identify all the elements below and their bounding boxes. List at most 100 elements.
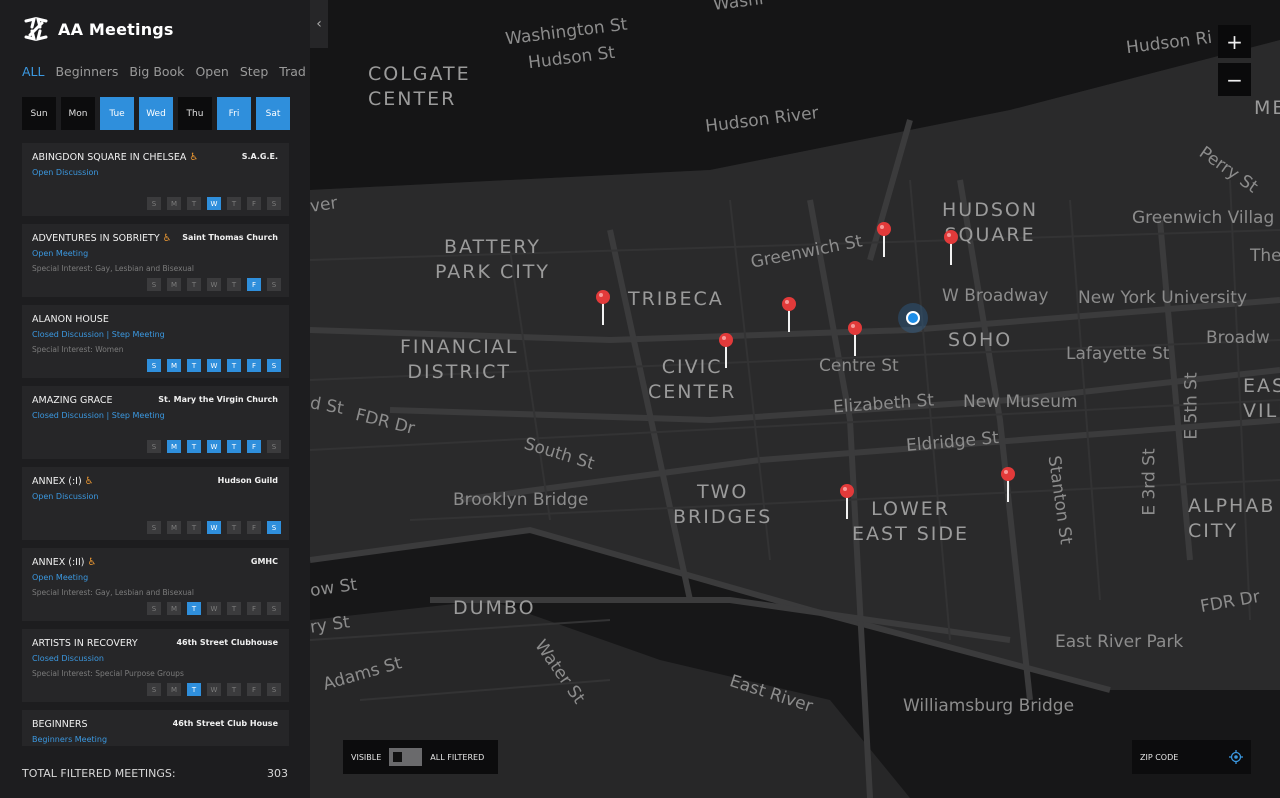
total-value: 303 [267, 767, 288, 780]
meeting-type: Closed Discussion | Step Meeting [32, 330, 165, 339]
meeting-card[interactable]: ARTISTS IN RECOVERY 46th Street Clubhouse… [22, 629, 289, 702]
map-label-the: The [1250, 246, 1280, 266]
meeting-name-text: ABINGDON SQUARE IN CHELSEA [32, 152, 187, 163]
total-label: TOTAL FILTERED MEETINGS: [22, 767, 176, 780]
meeting-pin-icon[interactable] [943, 230, 959, 266]
zoom-in-button[interactable]: + [1218, 25, 1251, 58]
app-logo[interactable]: AA Meetings [22, 14, 174, 44]
meeting-name: ABINGDON SQUARE IN CHELSEA ♿ [32, 152, 198, 163]
meeting-location: Saint Thomas Church [182, 233, 278, 242]
weekday-indicator: T [227, 602, 241, 615]
aa-logo-icon [24, 16, 48, 42]
meeting-location: Hudson Guild [217, 476, 278, 485]
meeting-type: Open Meeting [32, 249, 89, 258]
weekday-indicator: S [147, 197, 161, 210]
weekday-indicator: T [187, 278, 201, 291]
weekday-indicator: M [167, 521, 181, 534]
meeting-card[interactable]: AMAZING GRACE St. Mary the Virgin Church C… [22, 386, 289, 459]
tab-trad[interactable]: Trad [279, 64, 306, 81]
day-filter-tue[interactable]: Tue [100, 97, 134, 130]
app-title: AA Meetings [58, 19, 174, 39]
meeting-pin-icon[interactable] [781, 297, 797, 333]
map-label-greenwich-village: Greenwich Villag [1132, 208, 1275, 228]
user-location-dot [906, 311, 920, 325]
meeting-pin-icon[interactable] [876, 222, 892, 258]
day-filter-mon[interactable]: Mon [61, 97, 95, 130]
weekday-indicator: T [227, 683, 241, 696]
tab-big-book[interactable]: Big Book [129, 64, 184, 81]
map-label-soho: SOHO [948, 329, 1013, 351]
weekday-indicator: S [267, 683, 281, 696]
meeting-weekdays: SMTWTFS [147, 197, 281, 210]
meeting-name-text: ANNEX (:I) [32, 476, 82, 487]
tab-all[interactable]: ALL [22, 64, 44, 81]
weekday-indicator: T [227, 197, 241, 210]
zip-code-input[interactable] [1140, 752, 1220, 762]
weekday-indicator: F [247, 278, 261, 291]
weekday-indicator: S [147, 440, 161, 453]
meeting-card[interactable]: ABINGDON SQUARE IN CHELSEA ♿ S.A.G.E. Open … [22, 143, 289, 216]
meeting-list[interactable]: ABINGDON SQUARE IN CHELSEA ♿ S.A.G.E. Open … [22, 143, 289, 746]
meeting-name-text: ARTISTS IN RECOVERY [32, 638, 138, 649]
map-label-centre-st: Centre St [819, 356, 899, 376]
day-filter-wed[interactable]: Wed [139, 97, 173, 130]
day-filter-sat[interactable]: Sat [256, 97, 290, 130]
tab-step[interactable]: Step [240, 64, 268, 81]
meeting-pin-icon[interactable] [1000, 467, 1016, 503]
weekday-indicator: M [167, 683, 181, 696]
meeting-name: ARTISTS IN RECOVERY [32, 638, 138, 649]
day-filter-sun[interactable]: Sun [22, 97, 56, 130]
meeting-name-text: BEGINNERS [32, 719, 88, 730]
weekday-indicator: W [207, 521, 221, 534]
locate-me-icon[interactable] [1229, 750, 1243, 764]
map-label-two-bridges: TWO BRIDGES [673, 481, 773, 528]
meeting-pin-icon[interactable] [847, 321, 863, 357]
meeting-location: 46th Street Club House [172, 719, 278, 728]
weekday-indicator: S [147, 359, 161, 372]
weekday-indicator: S [267, 359, 281, 372]
meeting-weekdays: SMTWTFS [147, 602, 281, 615]
meeting-pin-icon[interactable] [595, 290, 611, 326]
meeting-name: ANNEX (:I) ♿ [32, 476, 94, 487]
map[interactable]: COLGATE CENTER BATTERY PARK CITY TRIBECA… [310, 0, 1280, 798]
meeting-name-text: ANNEX (:II) [32, 557, 85, 568]
meeting-interest: Special Interest: Gay, Lesbian and Bisex… [32, 264, 194, 273]
meeting-card[interactable]: ANNEX (:II) ♿ GMHC Open Meeting Special Inte… [22, 548, 289, 621]
zoom-out-button[interactable]: − [1218, 63, 1251, 96]
meeting-pin-icon[interactable] [718, 333, 734, 369]
map-label-brooklyn-bridge: Brooklyn Bridge [453, 490, 589, 510]
meeting-card[interactable]: BEGINNERS 46th Street Club House Beginners… [22, 710, 289, 746]
weekday-indicator: S [147, 683, 161, 696]
meeting-card[interactable]: ALANON HOUSE Closed Discussion | Step Mee… [22, 305, 289, 378]
meeting-pin-icon[interactable] [839, 484, 855, 520]
wheelchair-icon: ♿ [87, 557, 97, 568]
weekday-indicator: T [227, 521, 241, 534]
map-label-williamsburg-bridge: Williamsburg Bridge [903, 696, 1075, 716]
tab-open[interactable]: Open [195, 64, 228, 81]
day-filter-fri[interactable]: Fri [217, 97, 251, 130]
day-filter-thu[interactable]: Thu [178, 97, 212, 130]
wheelchair-icon: ♿ [84, 476, 94, 487]
wheelchair-icon: ♿ [162, 233, 172, 244]
map-label-tribeca: TRIBECA [628, 288, 724, 310]
meeting-weekdays: SMTWTFS [147, 359, 281, 372]
weekday-indicator: T [187, 197, 201, 210]
map-label-lafayette-st: Lafayette St [1066, 344, 1170, 364]
weekday-indicator: T [187, 683, 201, 696]
weekday-indicator: T [227, 278, 241, 291]
meeting-card[interactable]: ADVENTURES IN SOBRIETY ♿ Saint Thomas Chur… [22, 224, 289, 297]
tab-beginners[interactable]: Beginners [55, 64, 118, 81]
map-label-new-museum: New Museum [963, 392, 1078, 412]
chevron-left-icon: ‹ [316, 16, 322, 32]
weekday-indicator: T [187, 602, 201, 615]
weekday-indicator: W [207, 440, 221, 453]
weekday-indicator: F [247, 602, 261, 615]
map-label-colgate: COLGATE CENTER [368, 63, 471, 110]
meeting-interest: Special Interest: Women [32, 345, 124, 354]
meeting-card[interactable]: ANNEX (:I) ♿ Hudson Guild Open Discussion S M… [22, 467, 289, 540]
collapse-sidebar-button[interactable]: ‹ [310, 0, 328, 48]
meeting-name-text: ALANON HOUSE [32, 314, 109, 325]
map-label-east-village: EAS VILL [1243, 375, 1280, 422]
meeting-weekdays: SMTWTFS [147, 521, 281, 534]
visible-switch[interactable] [389, 748, 423, 766]
